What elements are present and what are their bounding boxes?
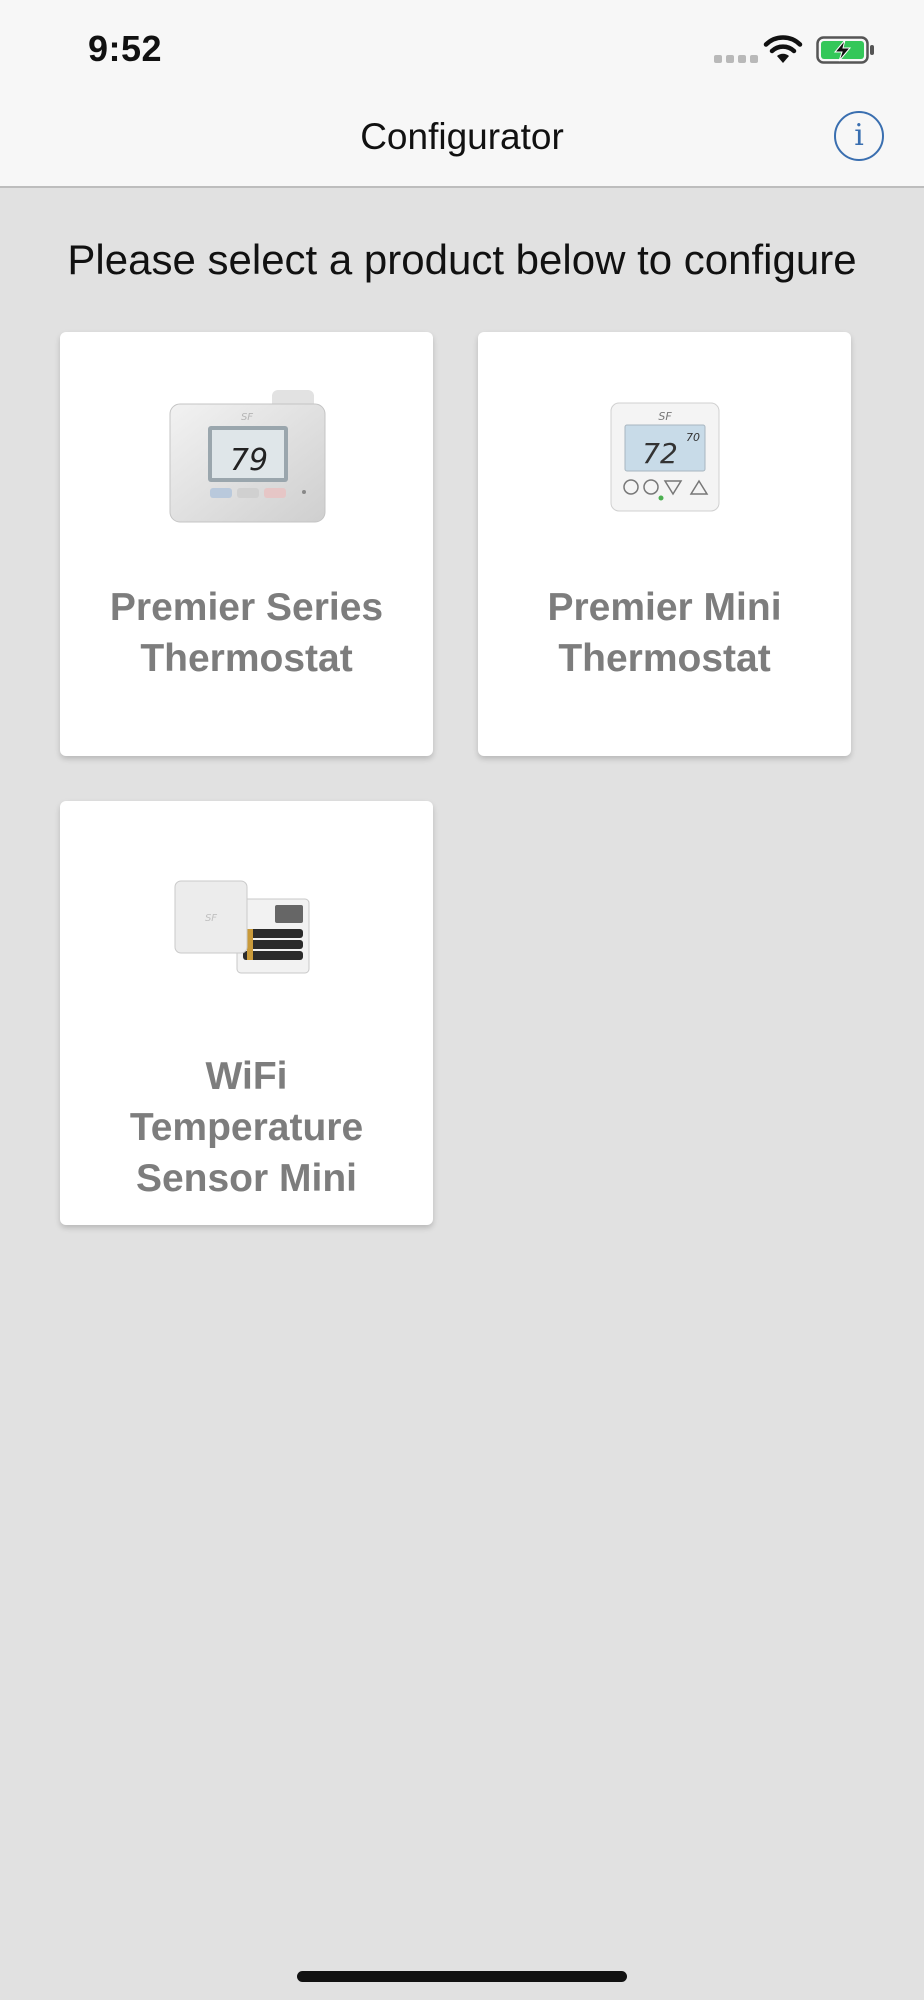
product-name: WiFi Temperature Sensor Mini bbox=[129, 1055, 364, 1200]
navigation-bar: Configurator i bbox=[0, 100, 924, 188]
svg-text:SF: SF bbox=[240, 412, 252, 423]
home-indicator[interactable] bbox=[297, 1971, 627, 1982]
svg-text:70: 70 bbox=[686, 431, 700, 444]
info-button[interactable]: i bbox=[834, 111, 884, 161]
svg-text:SF: SF bbox=[204, 913, 216, 924]
instruction-text: Please select a product below to configu… bbox=[67, 236, 857, 283]
svg-text:72: 72 bbox=[642, 437, 678, 470]
premier-mini-thermostat-image: SF 72 70 bbox=[478, 382, 851, 532]
product-card-wifi-temperature-sensor-mini[interactable]: SF WiFi Temperature Sensor Mini bbox=[60, 801, 433, 1225]
product-card-premier-mini-thermostat[interactable]: SF 72 70 Premier Mini Thermostat bbox=[478, 332, 851, 756]
wifi-icon bbox=[763, 35, 803, 63]
info-icon: i bbox=[854, 118, 864, 153]
thermostat-display-reading: 79 bbox=[229, 443, 267, 478]
product-card-premier-series-thermostat[interactable]: 79 SF Premier Series Thermostat bbox=[60, 332, 433, 756]
premier-series-thermostat-image: 79 SF bbox=[60, 382, 433, 532]
svg-text:SF: SF bbox=[658, 410, 672, 423]
wifi-temperature-sensor-image: SF bbox=[60, 851, 433, 1001]
status-time: 9:52 bbox=[88, 28, 163, 69]
product-name: Premier Series Thermostat bbox=[109, 586, 384, 680]
battery-charging-icon bbox=[816, 36, 874, 64]
signal-icon bbox=[714, 55, 758, 63]
page-title: Configurator bbox=[360, 116, 564, 157]
status-bar: 9:52 bbox=[0, 0, 924, 100]
product-name: Premier Mini Thermostat bbox=[547, 586, 782, 680]
